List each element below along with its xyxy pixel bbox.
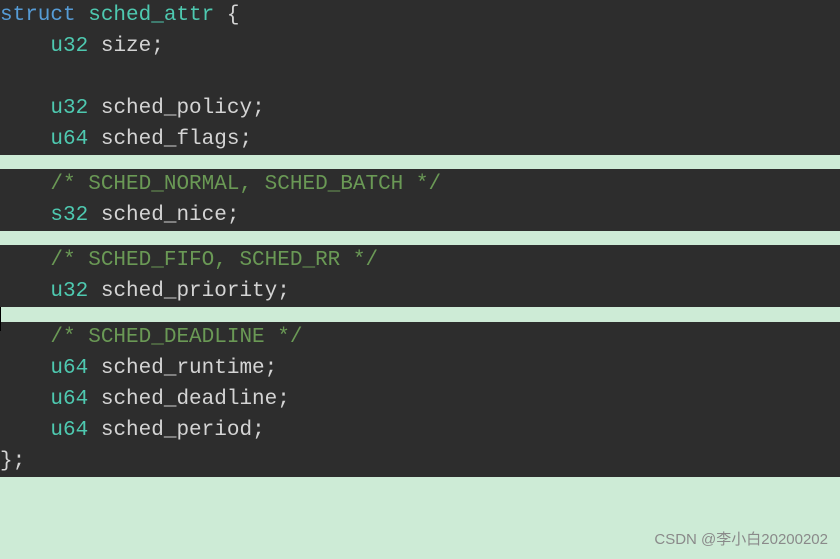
type-u32: u32 bbox=[50, 280, 88, 303]
type-u64: u64 bbox=[50, 388, 88, 411]
field-sched-period: sched_period bbox=[88, 419, 252, 442]
indent bbox=[0, 280, 50, 303]
highlight-gap bbox=[0, 155, 840, 169]
indent bbox=[0, 97, 50, 120]
semicolon: ; bbox=[239, 128, 252, 151]
semicolon: ; bbox=[277, 388, 290, 411]
type-u64: u64 bbox=[50, 128, 88, 151]
field-sched-policy: sched_policy bbox=[88, 97, 252, 120]
keyword-struct: struct bbox=[0, 4, 76, 27]
field-sched-flags: sched_flags bbox=[88, 128, 239, 151]
brace-open: { bbox=[227, 4, 240, 27]
indent bbox=[0, 419, 50, 442]
cursor-line bbox=[0, 307, 840, 322]
indent bbox=[0, 35, 50, 58]
code-block-2: /* SCHED_NORMAL, SCHED_BATCH */ s32 sche… bbox=[0, 169, 840, 231]
type-u64: u64 bbox=[50, 419, 88, 442]
code-block-1: struct sched_attr { u32 size; u32 sched_… bbox=[0, 0, 840, 155]
indent bbox=[0, 357, 50, 380]
indent bbox=[0, 249, 50, 272]
field-sched-nice: sched_nice bbox=[88, 204, 227, 227]
type-u32: u32 bbox=[50, 97, 88, 120]
field-sched-priority: sched_priority bbox=[88, 280, 277, 303]
comment-deadline: /* SCHED_DEADLINE */ bbox=[50, 326, 302, 349]
type-name: sched_attr bbox=[76, 4, 227, 27]
field-sched-deadline: sched_deadline bbox=[88, 388, 277, 411]
indent bbox=[0, 326, 50, 349]
semicolon: ; bbox=[227, 204, 240, 227]
indent bbox=[0, 173, 50, 196]
comment-fifo-rr: /* SCHED_FIFO, SCHED_RR */ bbox=[50, 249, 378, 272]
text-caret bbox=[0, 307, 1, 331]
highlight-gap bbox=[0, 231, 840, 245]
code-block-3: /* SCHED_FIFO, SCHED_RR */ u32 sched_pri… bbox=[0, 245, 840, 307]
semicolon: ; bbox=[151, 35, 164, 58]
indent bbox=[0, 128, 50, 151]
code-block-4: /* SCHED_DEADLINE */ u64 sched_runtime; … bbox=[0, 322, 840, 477]
comment-normal-batch: /* SCHED_NORMAL, SCHED_BATCH */ bbox=[50, 173, 441, 196]
indent bbox=[0, 204, 50, 227]
brace-close: }; bbox=[0, 450, 25, 473]
field-sched-runtime: sched_runtime bbox=[88, 357, 264, 380]
type-u64: u64 bbox=[50, 357, 88, 380]
indent bbox=[0, 388, 50, 411]
field-size: size bbox=[88, 35, 151, 58]
semicolon: ; bbox=[277, 280, 290, 303]
semicolon: ; bbox=[265, 357, 278, 380]
type-s32: s32 bbox=[50, 204, 88, 227]
type-u32: u32 bbox=[50, 35, 88, 58]
watermark-text: CSDN @李小白20200202 bbox=[654, 524, 828, 555]
semicolon: ; bbox=[252, 419, 265, 442]
semicolon: ; bbox=[252, 97, 265, 120]
